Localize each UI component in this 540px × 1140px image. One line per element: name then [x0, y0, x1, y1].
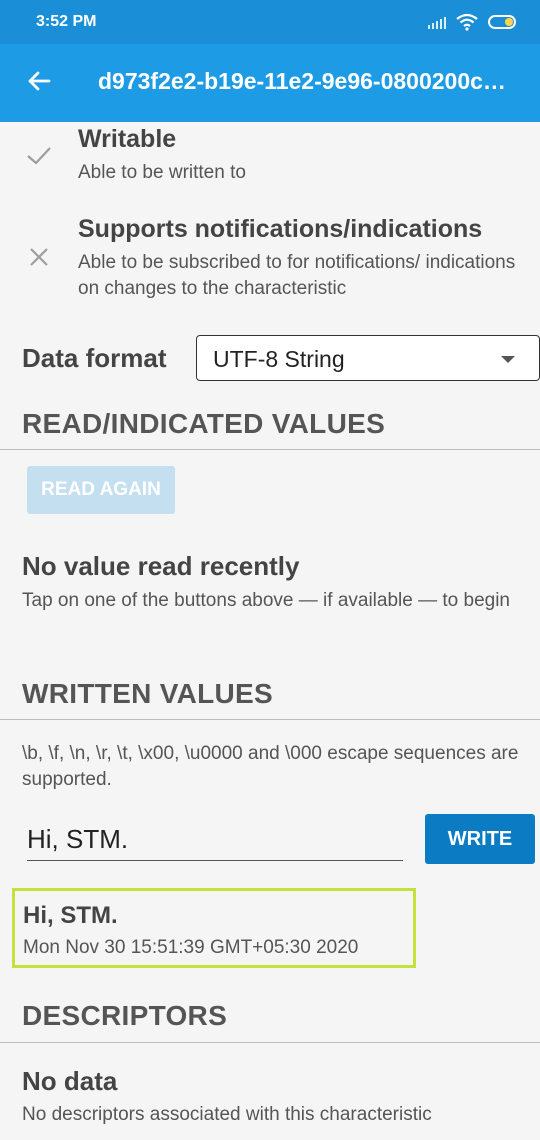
written-section-header: WRITTEN VALUES — [22, 678, 274, 709]
data-format-select[interactable]: UTF-8 String — [196, 335, 540, 381]
read-section-header: READ/INDICATED VALUES — [22, 408, 386, 439]
battery-icon — [488, 15, 516, 29]
page-title: d973f2e2-b19e-11e2-9e96-0800200c9a66 — [98, 68, 508, 94]
escape-hint: \b, \f, \n, \r, \t, \x00, \u0000 and \00… — [22, 743, 519, 790]
descriptors-empty-description: No descriptors associated with this char… — [22, 1104, 432, 1125]
arrow-left-icon[interactable] — [24, 66, 54, 96]
write-button[interactable]: WRITE — [425, 814, 535, 864]
property-title: Supports notifications/indications — [78, 215, 483, 243]
divider — [0, 719, 540, 720]
written-timestamp: Mon Nov 30 15:51:39 GMT+05:30 2020 — [23, 937, 359, 958]
read-again-button[interactable]: READ AGAIN — [27, 466, 175, 514]
write-value-input[interactable]: Hi, STM. — [27, 822, 403, 861]
characteristic-details[interactable]: Writable Able to be written to Supports … — [0, 122, 540, 1140]
status-icons — [428, 12, 516, 32]
check-icon — [27, 147, 51, 165]
data-format-label: Data format — [22, 343, 167, 373]
descriptors-section-header: DESCRIPTORS — [22, 1000, 228, 1031]
divider — [0, 1042, 540, 1043]
descriptors-empty-title: No data — [22, 1066, 118, 1096]
property-title: Writable — [78, 125, 177, 153]
write-value-text: Hi, STM. — [27, 824, 129, 854]
wifi-icon — [456, 13, 478, 31]
signal-icon — [428, 15, 446, 29]
status-time: 3:52 PM — [36, 13, 97, 30]
read-empty-title: No value read recently — [22, 551, 300, 581]
status-bar: 3:52 PM — [0, 0, 540, 44]
data-format-value: UTF-8 String — [213, 346, 345, 372]
written-value: Hi, STM. — [23, 902, 118, 929]
app-bar: d973f2e2-b19e-11e2-9e96-0800200c9a66 — [0, 44, 540, 122]
property-description: Able to be written to — [78, 162, 246, 183]
chevron-down-icon — [501, 356, 515, 363]
property-description: Able to be subscribed to for notificatio… — [78, 252, 516, 299]
close-icon — [30, 248, 48, 266]
read-empty-description: Tap on one of the buttons above — if ava… — [22, 590, 510, 611]
written-value-entry: Hi, STM. Mon Nov 30 15:51:39 GMT+05:30 2… — [12, 888, 416, 968]
divider — [0, 449, 540, 450]
